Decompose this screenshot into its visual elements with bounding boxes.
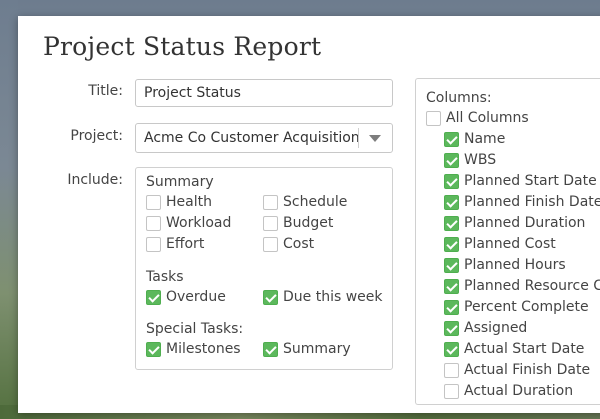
column-planned-duration-checkbox[interactable]: Planned Duration xyxy=(444,214,585,232)
column-actual-finish-date-checkbox[interactable]: Actual Finish Date xyxy=(444,361,590,379)
checkbox-label: Planned Resource Co xyxy=(464,278,600,294)
checkbox-box[interactable] xyxy=(444,236,459,252)
checkbox-label: Summary xyxy=(283,341,351,357)
summary-group-label: Summary xyxy=(146,174,214,190)
checkbox-label: Percent Complete xyxy=(464,299,589,315)
checkbox-label: Planned Start Date xyxy=(464,173,597,189)
checkbox-box[interactable] xyxy=(263,289,278,305)
checkbox-box[interactable] xyxy=(146,289,161,305)
summary-cost-checkbox[interactable]: Cost xyxy=(263,235,314,253)
checkbox-label: Planned Hours xyxy=(464,257,566,273)
checkbox-box[interactable] xyxy=(263,236,278,252)
checkbox-box[interactable] xyxy=(444,299,459,315)
include-label: Include: xyxy=(67,172,123,188)
checkbox-box[interactable] xyxy=(444,173,459,189)
column-name-checkbox[interactable]: Name xyxy=(444,130,505,148)
checkbox-box[interactable] xyxy=(444,152,459,168)
checkbox-label: Name xyxy=(464,131,506,147)
column-planned-start-date-checkbox[interactable]: Planned Start Date xyxy=(444,172,597,190)
checkbox-label: Assigned xyxy=(464,320,528,336)
checkbox-label: Budget xyxy=(283,215,334,231)
checkbox-box[interactable] xyxy=(444,215,459,231)
checkbox-label: Actual Finish Date xyxy=(464,362,591,378)
checkbox-label: Schedule xyxy=(283,194,348,210)
project-status-report-dialog: Project Status Report Title: Project: Ac… xyxy=(18,16,600,413)
checkbox-box[interactable] xyxy=(444,362,459,378)
select-divider xyxy=(358,128,359,148)
checkbox-label: Due this week xyxy=(283,289,383,305)
checkbox-box[interactable] xyxy=(444,341,459,357)
title-input[interactable] xyxy=(135,79,393,107)
checkbox-box[interactable] xyxy=(263,341,278,357)
column-planned-cost-checkbox[interactable]: Planned Cost xyxy=(444,235,556,253)
checkbox-box[interactable] xyxy=(426,110,441,126)
summary-workload-checkbox[interactable]: Workload xyxy=(146,214,231,232)
column-actual-start-date-checkbox[interactable]: Actual Start Date xyxy=(444,340,584,358)
checkbox-box[interactable] xyxy=(444,383,459,399)
column-planned-resource-cost-checkbox[interactable]: Planned Resource Co xyxy=(444,277,600,295)
checkbox-label: Planned Duration xyxy=(464,215,586,231)
column-planned-hours-checkbox[interactable]: Planned Hours xyxy=(444,256,566,274)
checkbox-label: Effort xyxy=(166,236,205,252)
chevron-down-icon[interactable] xyxy=(369,135,381,142)
checkbox-label: All Columns xyxy=(446,110,529,126)
project-select-value: Acme Co Customer Acquisition xyxy=(144,130,360,146)
tasks-due-this-week-checkbox[interactable]: Due this week xyxy=(263,288,383,306)
background-image xyxy=(0,0,18,419)
checkbox-box[interactable] xyxy=(444,257,459,273)
checkbox-box[interactable] xyxy=(444,278,459,294)
checkbox-label: Health xyxy=(166,194,212,210)
checkbox-label: Actual Duration xyxy=(464,383,574,399)
title-label: Title: xyxy=(88,83,123,99)
checkbox-box[interactable] xyxy=(444,194,459,210)
checkbox-box[interactable] xyxy=(444,131,459,147)
column-planned-finish-date-checkbox[interactable]: Planned Finish Date xyxy=(444,193,600,211)
summary-health-checkbox[interactable]: Health xyxy=(146,193,212,211)
checkbox-box[interactable] xyxy=(146,194,161,210)
special-milestones-checkbox[interactable]: Milestones xyxy=(146,340,241,358)
checkbox-label: Cost xyxy=(283,236,315,252)
column-wbs-checkbox[interactable]: WBS xyxy=(444,151,496,169)
summary-budget-checkbox[interactable]: Budget xyxy=(263,214,333,232)
checkbox-label: Workload xyxy=(166,215,232,231)
dialog-title: Project Status Report xyxy=(43,32,322,61)
checkbox-label: Overdue xyxy=(166,289,226,305)
summary-effort-checkbox[interactable]: Effort xyxy=(146,235,204,253)
checkbox-label: WBS xyxy=(464,152,497,168)
checkbox-box[interactable] xyxy=(444,320,459,336)
checkbox-label: Milestones xyxy=(166,341,241,357)
checkbox-box[interactable] xyxy=(146,236,161,252)
column-actual-duration-checkbox[interactable]: Actual Duration xyxy=(444,382,573,400)
tasks-group-label: Tasks xyxy=(146,269,184,285)
columns-all-checkbox[interactable]: All Columns xyxy=(426,109,529,127)
project-label: Project: xyxy=(70,128,123,144)
summary-schedule-checkbox[interactable]: Schedule xyxy=(263,193,347,211)
column-assigned-checkbox[interactable]: Assigned xyxy=(444,319,527,337)
project-select[interactable]: Acme Co Customer Acquisition xyxy=(135,123,393,153)
checkbox-box[interactable] xyxy=(146,215,161,231)
checkbox-label: Planned Finish Date xyxy=(464,194,600,210)
checkbox-box[interactable] xyxy=(146,341,161,357)
checkbox-label: Planned Cost xyxy=(464,236,556,252)
checkbox-box[interactable] xyxy=(263,215,278,231)
include-panel: Summary Health Schedule Workload Budget … xyxy=(135,167,393,370)
tasks-overdue-checkbox[interactable]: Overdue xyxy=(146,288,226,306)
checkbox-label: Actual Start Date xyxy=(464,341,585,357)
column-percent-complete-checkbox[interactable]: Percent Complete xyxy=(444,298,589,316)
special-summary-checkbox[interactable]: Summary xyxy=(263,340,351,358)
columns-label: Columns: xyxy=(426,90,492,106)
checkbox-box[interactable] xyxy=(263,194,278,210)
columns-panel: Columns: All Columns Name WBS Planned St… xyxy=(415,78,600,405)
special-tasks-group-label: Special Tasks: xyxy=(146,321,244,337)
